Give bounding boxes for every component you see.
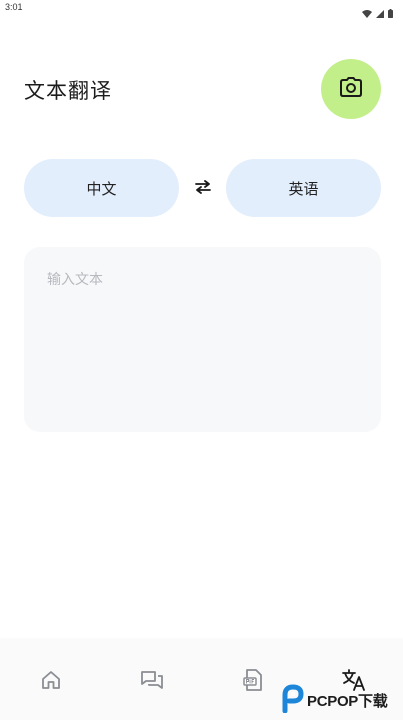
swap-arrows-icon [195,179,211,198]
target-language-label: 英语 [288,179,319,198]
signal-icon [376,3,384,22]
status-icons [362,3,393,22]
swap-languages-button[interactable] [193,178,213,198]
wifi-icon [362,3,372,22]
source-language-label: 中文 [86,179,117,198]
nav-home[interactable] [37,668,65,696]
status-bar: 3:01 [0,0,403,18]
document-icon [243,669,263,695]
text-input-card [24,247,381,432]
chat-icon [141,670,163,694]
camera-icon [340,77,362,101]
status-time: 3:01 [5,2,23,12]
text-input[interactable] [47,269,357,409]
watermark-text: PCPOP下载 [307,692,388,710]
battery-icon [388,3,393,22]
source-language-button[interactable]: 中文 [24,159,179,217]
camera-button[interactable] [321,59,381,119]
watermark: PCPOP下载 [278,683,388,717]
target-language-button[interactable]: 英语 [226,159,381,217]
nav-document[interactable] [239,668,267,696]
watermark-logo-icon [278,683,304,717]
home-icon [41,670,61,694]
nav-chat[interactable] [138,668,166,696]
page-title: 文本翻译 [24,79,112,103]
